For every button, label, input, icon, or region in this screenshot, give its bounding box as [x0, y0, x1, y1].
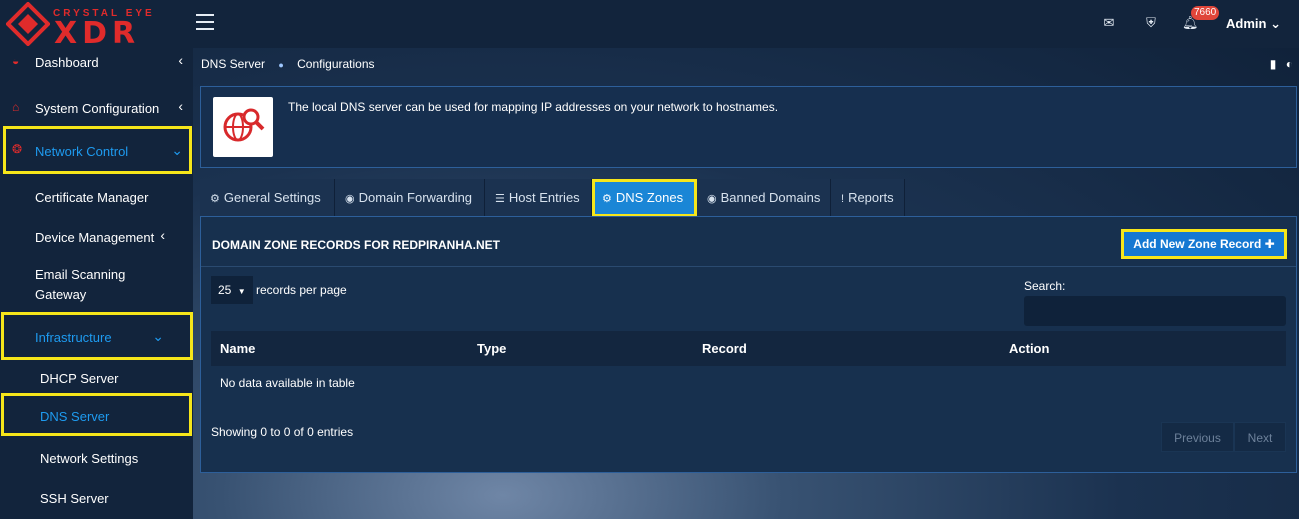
chevron-down-icon: ⌄: [1270, 16, 1281, 31]
breadcrumb: DNS Server ● Configurations: [201, 57, 375, 71]
sidebar-item-label: DNS Server: [40, 409, 110, 424]
tab-label: DNS Zones: [615, 190, 684, 205]
chevron-left-icon: ‹: [160, 227, 165, 243]
column-header-type[interactable]: Type: [477, 341, 506, 356]
mail-icon[interactable]: ✉: [1101, 15, 1117, 31]
sidebar-item-device-management[interactable]: Device Management ‹: [0, 223, 193, 253]
panel-title: DOMAIN ZONE RECORDS FOR REDPIRANHA.NET: [212, 238, 501, 252]
sidebar-item-label: SSH Server: [40, 491, 109, 506]
chevron-down-icon: ⌄: [152, 328, 164, 344]
gears-icon: ⚙: [210, 193, 220, 205]
records-per-page-label: records per page: [256, 283, 347, 297]
sidebar-item-certificate-manager[interactable]: Certificate Manager: [0, 183, 193, 213]
tab-banned-domains[interactable]: ◉ Banned Domains: [697, 179, 831, 217]
sidebar-item-label: Network Control: [35, 144, 129, 159]
zone-records-panel: DOMAIN ZONE RECORDS FOR REDPIRANHA.NET A…: [200, 216, 1297, 473]
gear-icon: ⚙: [602, 193, 612, 205]
column-header-action[interactable]: Action: [1009, 341, 1049, 356]
notification-badge: 7660: [1191, 6, 1220, 20]
network-icon: ❂: [12, 142, 23, 156]
sidebar-item-dashboard[interactable]: ◒ Dashboard ‹: [0, 48, 193, 78]
chevron-down-icon: ⌄: [171, 142, 183, 158]
sidebar-item-label: System Configuration: [35, 101, 160, 116]
tab-host-entries[interactable]: ☰ Host Entries: [485, 179, 592, 217]
sidebar-item-label: Device Management: [35, 230, 155, 245]
sidebar: ◒ Dashboard ‹ ⌂ System Configuration ‹ ❂…: [0, 48, 193, 519]
chevron-left-icon: ‹: [178, 52, 183, 68]
sidebar-item-network-settings[interactable]: Network Settings: [0, 444, 193, 474]
next-page-button[interactable]: Next: [1234, 422, 1286, 452]
crystal-eye-logo[interactable]: CRYSTAL EYE XDR: [6, 2, 176, 51]
sidebar-item-system-configuration[interactable]: ⌂ System Configuration ‹: [0, 94, 193, 124]
tab-dns-zones[interactable]: ⚙ DNS Zones: [592, 179, 697, 217]
list-icon: ☰: [495, 193, 505, 205]
table-header: Name Type Record Action: [211, 331, 1286, 366]
sidebar-item-network-control[interactable]: ❂ Network Control ⌄: [3, 126, 192, 174]
main-content: DNS Server ● Configurations ▮ ◐ The loca…: [193, 48, 1299, 519]
top-bar: CRYSTAL EYE XDR ✉ ⛨ 🔔︎ 7660 Admin ⌄: [0, 0, 1299, 51]
dns-globe-icon: [213, 97, 273, 157]
tab-label: Host Entries: [508, 190, 580, 205]
page-length-select[interactable]: 25 ▼: [211, 276, 253, 304]
search-input[interactable]: [1024, 296, 1286, 326]
toggle-icon[interactable]: ◐: [1286, 57, 1293, 71]
sidebar-item-label: Network Settings: [40, 451, 139, 466]
home-icon: ⌂: [12, 100, 20, 114]
logo-diamond-icon: [6, 2, 50, 46]
menu-toggle-button[interactable]: [196, 14, 214, 30]
add-zone-record-button[interactable]: Add New Zone Record ✚: [1121, 229, 1287, 259]
shield-icon[interactable]: ⛨: [1143, 15, 1159, 31]
tab-general-settings[interactable]: ⚙ General Settings: [200, 179, 335, 217]
dashboard-icon: ◒: [12, 54, 20, 68]
sidebar-item-email-scanning-gateway[interactable]: Email Scanning Gateway: [0, 263, 193, 305]
breadcrumb-page[interactable]: DNS Server: [201, 57, 265, 71]
previous-page-button[interactable]: Previous: [1161, 422, 1234, 452]
breadcrumb-separator-icon: ●: [278, 60, 284, 70]
user-menu[interactable]: Admin ⌄: [1226, 16, 1281, 32]
sidebar-item-label: Infrastructure: [35, 330, 112, 345]
column-header-record[interactable]: Record: [702, 341, 747, 356]
sidebar-item-label: Certificate Manager: [35, 190, 149, 205]
empty-table-message: No data available in table: [220, 376, 355, 390]
info-description: The local DNS server can be used for map…: [288, 100, 779, 114]
caret-down-icon: ▼: [237, 287, 246, 296]
sidebar-item-dhcp-server[interactable]: DHCP Server: [0, 364, 193, 394]
page-tools: ▮ ◐: [1270, 57, 1293, 71]
book-icon[interactable]: ▮: [1270, 57, 1277, 71]
sidebar-item-ssh-server[interactable]: SSH Server: [0, 484, 193, 514]
user-name: Admin: [1226, 16, 1267, 31]
page-length-value: 25: [218, 283, 232, 297]
tab-reports[interactable]: ! Reports: [831, 179, 905, 217]
breadcrumb-sub: Configurations: [297, 57, 375, 71]
sidebar-item-label: DHCP Server: [40, 371, 119, 386]
table-info: Showing 0 to 0 of 0 entries: [211, 425, 354, 439]
sidebar-item-dns-server[interactable]: DNS Server: [1, 393, 192, 436]
tab-domain-forwarding[interactable]: ◉ Domain Forwarding: [335, 179, 485, 217]
search-label: Search:: [1024, 279, 1066, 293]
brand-name: XDR: [54, 16, 141, 51]
add-button-label: Add New Zone Record: [1133, 237, 1262, 251]
tab-label: Domain Forwarding: [358, 190, 473, 205]
panel-header: DOMAIN ZONE RECORDS FOR REDPIRANHA.NET A…: [201, 217, 1296, 267]
globe-icon: ◉: [345, 193, 355, 205]
globe-icon: ◉: [707, 193, 717, 205]
sidebar-item-label: Email Scanning Gateway: [35, 267, 126, 302]
sidebar-item-label: Dashboard: [35, 55, 99, 70]
sidebar-item-infrastructure[interactable]: Infrastructure ⌄: [1, 312, 193, 360]
exclamation-icon: !: [841, 193, 845, 205]
chevron-left-icon: ‹: [178, 98, 183, 114]
column-header-name[interactable]: Name: [220, 341, 255, 356]
tab-label: General Settings: [223, 190, 321, 205]
tab-label: Reports: [848, 190, 894, 205]
tab-label: Banned Domains: [720, 190, 821, 205]
plus-icon: ✚: [1264, 237, 1275, 251]
info-panel: The local DNS server can be used for map…: [200, 86, 1297, 168]
